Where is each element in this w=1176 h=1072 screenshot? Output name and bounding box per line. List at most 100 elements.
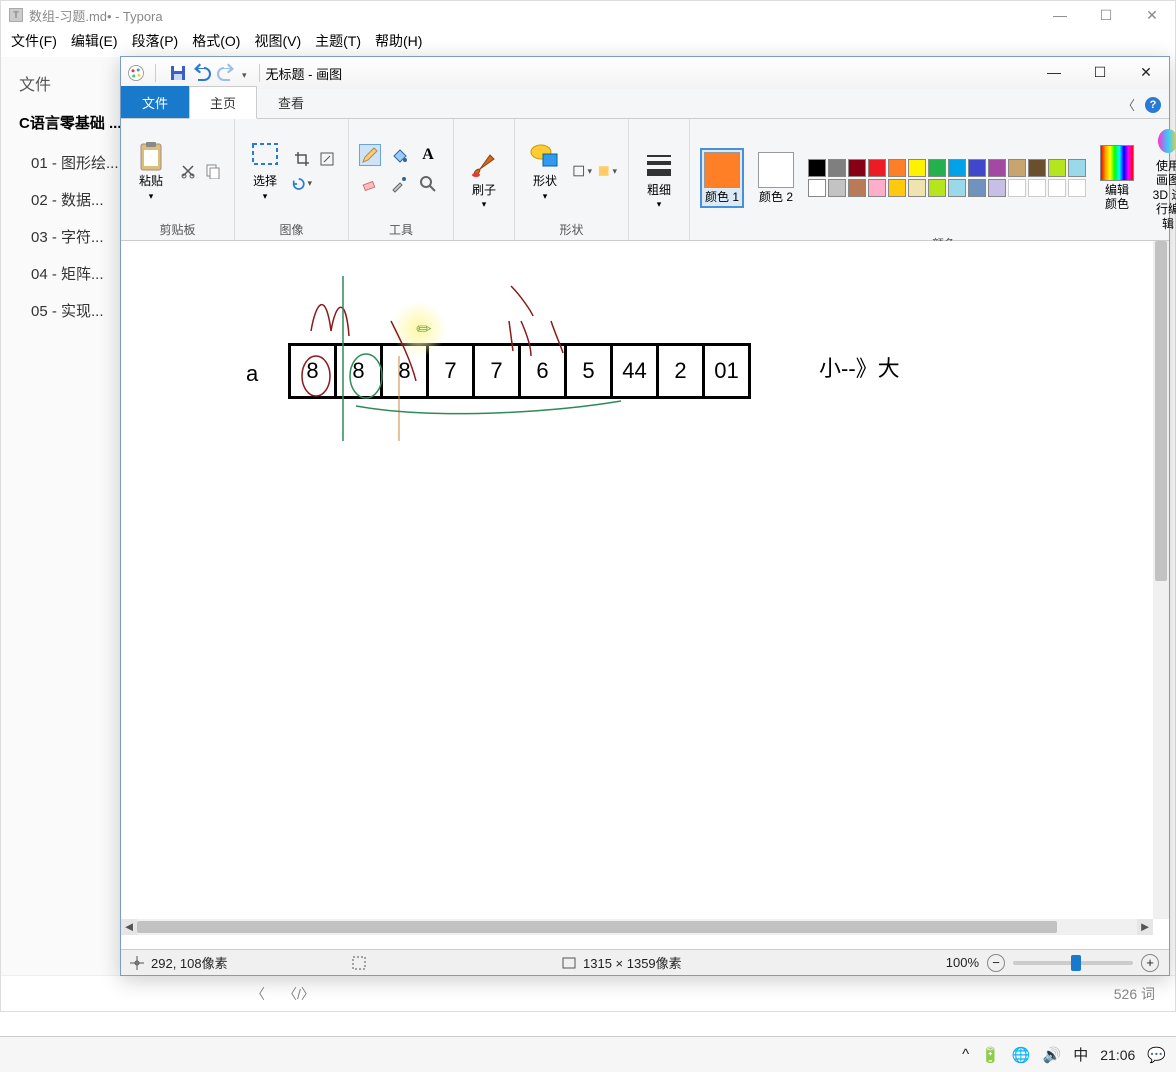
sort-direction-label: 小--》大 <box>819 351 900 383</box>
color2-button[interactable]: 颜色 2 <box>754 150 798 206</box>
clock[interactable]: 21:06 <box>1100 1047 1135 1063</box>
redo-icon[interactable] <box>216 63 236 83</box>
color-swatch[interactable] <box>928 179 946 197</box>
color-swatch[interactable] <box>808 179 826 197</box>
typora-titlebar: T 数组-习题.md• - Typora — ☐ ✕ <box>1 1 1175 29</box>
color-swatch[interactable] <box>888 179 906 197</box>
shape-fill-icon[interactable] <box>596 160 618 182</box>
color-swatch[interactable] <box>808 159 826 177</box>
color-swatch[interactable] <box>868 179 886 197</box>
typora-nav-code[interactable]: 〈/〉 <box>283 984 315 1004</box>
cut-icon[interactable] <box>177 160 199 182</box>
battery-icon[interactable]: 🔋 <box>981 1046 1000 1064</box>
zoom-slider[interactable] <box>1013 961 1133 965</box>
color-swatch[interactable] <box>828 159 846 177</box>
pencil-tool-icon[interactable] <box>359 144 381 166</box>
tab-file[interactable]: 文件 <box>121 86 189 118</box>
selection-size-icon <box>351 955 367 971</box>
color-swatch[interactable] <box>1048 179 1066 197</box>
copy-icon[interactable] <box>202 160 224 182</box>
canvas[interactable]: a 888776544201 小--》大 ✎ <box>121 241 1153 919</box>
ime-indicator[interactable]: 中 <box>1073 1044 1088 1065</box>
color-swatch[interactable] <box>908 179 926 197</box>
color-swatch[interactable] <box>948 159 966 177</box>
horizontal-scrollbar[interactable]: ◄► <box>121 919 1153 935</box>
color-swatch[interactable] <box>948 179 966 197</box>
select-button[interactable]: 选择 ▾ <box>245 138 285 203</box>
color-swatch[interactable] <box>1068 179 1086 197</box>
menu-format[interactable]: 格式(O) <box>192 31 240 51</box>
shapes-button[interactable]: 形状 ▾ <box>525 138 565 203</box>
color-swatch[interactable] <box>1048 159 1066 177</box>
edit-colors-button[interactable]: 编辑颜色 <box>1096 143 1138 214</box>
notification-icon[interactable]: 💬 <box>1147 1046 1166 1064</box>
color-swatch[interactable] <box>928 159 946 177</box>
text-tool-icon[interactable]: A <box>417 144 439 166</box>
color-swatch[interactable] <box>1028 179 1046 197</box>
ribbon-collapse-icon[interactable]: 〈 <box>1122 95 1135 114</box>
eyedropper-tool-icon[interactable] <box>388 173 410 195</box>
typora-nav-back[interactable]: 〈 <box>251 984 265 1004</box>
menu-theme[interactable]: 主题(T) <box>315 31 361 51</box>
color-swatch[interactable] <box>988 179 1006 197</box>
resize-icon[interactable] <box>316 148 338 170</box>
typora-word-count: 526 词 <box>1114 984 1155 1004</box>
undo-icon[interactable] <box>192 63 212 83</box>
menu-file[interactable]: 文件(F) <box>11 31 57 51</box>
paint-maximize-button[interactable]: ☐ <box>1077 57 1123 87</box>
save-icon[interactable] <box>168 63 188 83</box>
zoom-in-button[interactable]: + <box>1141 954 1159 972</box>
taskbar: ^ 🔋 🌐 🔊 中 21:06 💬 <box>0 1036 1176 1072</box>
fill-tool-icon[interactable] <box>388 144 410 166</box>
volume-icon[interactable]: 🔊 <box>1043 1046 1062 1064</box>
color-swatch[interactable] <box>1028 159 1046 177</box>
color-swatch[interactable] <box>888 159 906 177</box>
typora-minimize-button[interactable]: — <box>1037 1 1083 29</box>
typora-maximize-button[interactable]: ☐ <box>1083 1 1129 29</box>
color-swatch[interactable] <box>968 159 986 177</box>
menu-help[interactable]: 帮助(H) <box>375 31 422 51</box>
menu-view[interactable]: 视图(V) <box>254 31 301 51</box>
paint-titlebar[interactable]: 无标题 - 画图 — ☐ ✕ <box>121 57 1169 89</box>
magnifier-tool-icon[interactable] <box>417 173 439 195</box>
menu-edit[interactable]: 编辑(E) <box>71 31 118 51</box>
tab-home[interactable]: 主页 <box>189 86 257 119</box>
zoom-out-button[interactable]: − <box>987 954 1005 972</box>
color1-button[interactable]: 颜色 1 <box>700 148 744 208</box>
brush-icon <box>468 149 500 181</box>
color-swatch[interactable] <box>868 159 886 177</box>
rotate-icon[interactable] <box>291 173 313 195</box>
paste-button[interactable]: 粘贴 ▾ <box>131 138 171 203</box>
menu-paragraph[interactable]: 段落(P) <box>132 31 179 51</box>
paint3d-button[interactable]: 使用画图 3D 进行编辑 <box>1148 123 1176 233</box>
tab-view[interactable]: 查看 <box>257 86 325 118</box>
size-button[interactable]: 粗细 ▾ <box>639 147 679 212</box>
paint-window: 无标题 - 画图 — ☐ ✕ 文件 主页 查看 〈 ? 粘贴 ▾ <box>120 56 1170 976</box>
tray-chevron-icon[interactable]: ^ <box>962 1046 969 1063</box>
eraser-tool-icon[interactable] <box>359 173 381 195</box>
paint-close-button[interactable]: ✕ <box>1123 57 1169 87</box>
color-swatch[interactable] <box>848 159 866 177</box>
array-label: a <box>246 361 258 387</box>
color-swatch[interactable] <box>828 179 846 197</box>
spectrum-icon <box>1100 145 1134 181</box>
color-swatch[interactable] <box>1008 159 1026 177</box>
color-swatch[interactable] <box>968 179 986 197</box>
vertical-scrollbar[interactable] <box>1153 241 1169 919</box>
crop-icon[interactable] <box>291 148 313 170</box>
color-swatch[interactable] <box>848 179 866 197</box>
shape-outline-icon[interactable] <box>571 160 593 182</box>
help-icon[interactable]: ? <box>1145 97 1161 113</box>
typora-close-button[interactable]: ✕ <box>1129 1 1175 29</box>
color-swatch[interactable] <box>1068 159 1086 177</box>
qat-dropdown[interactable] <box>240 66 247 81</box>
color-swatch[interactable] <box>908 159 926 177</box>
canvas-size-text: 1315 × 1359像素 <box>583 953 682 972</box>
network-icon[interactable]: 🌐 <box>1012 1046 1031 1064</box>
paint-app-icon <box>127 64 145 82</box>
color-swatch[interactable] <box>1008 179 1026 197</box>
shapes-icon <box>529 140 561 172</box>
paint-minimize-button[interactable]: — <box>1031 57 1077 87</box>
color-swatch[interactable] <box>988 159 1006 177</box>
brushes-button[interactable]: 刷子 ▾ <box>464 147 504 212</box>
